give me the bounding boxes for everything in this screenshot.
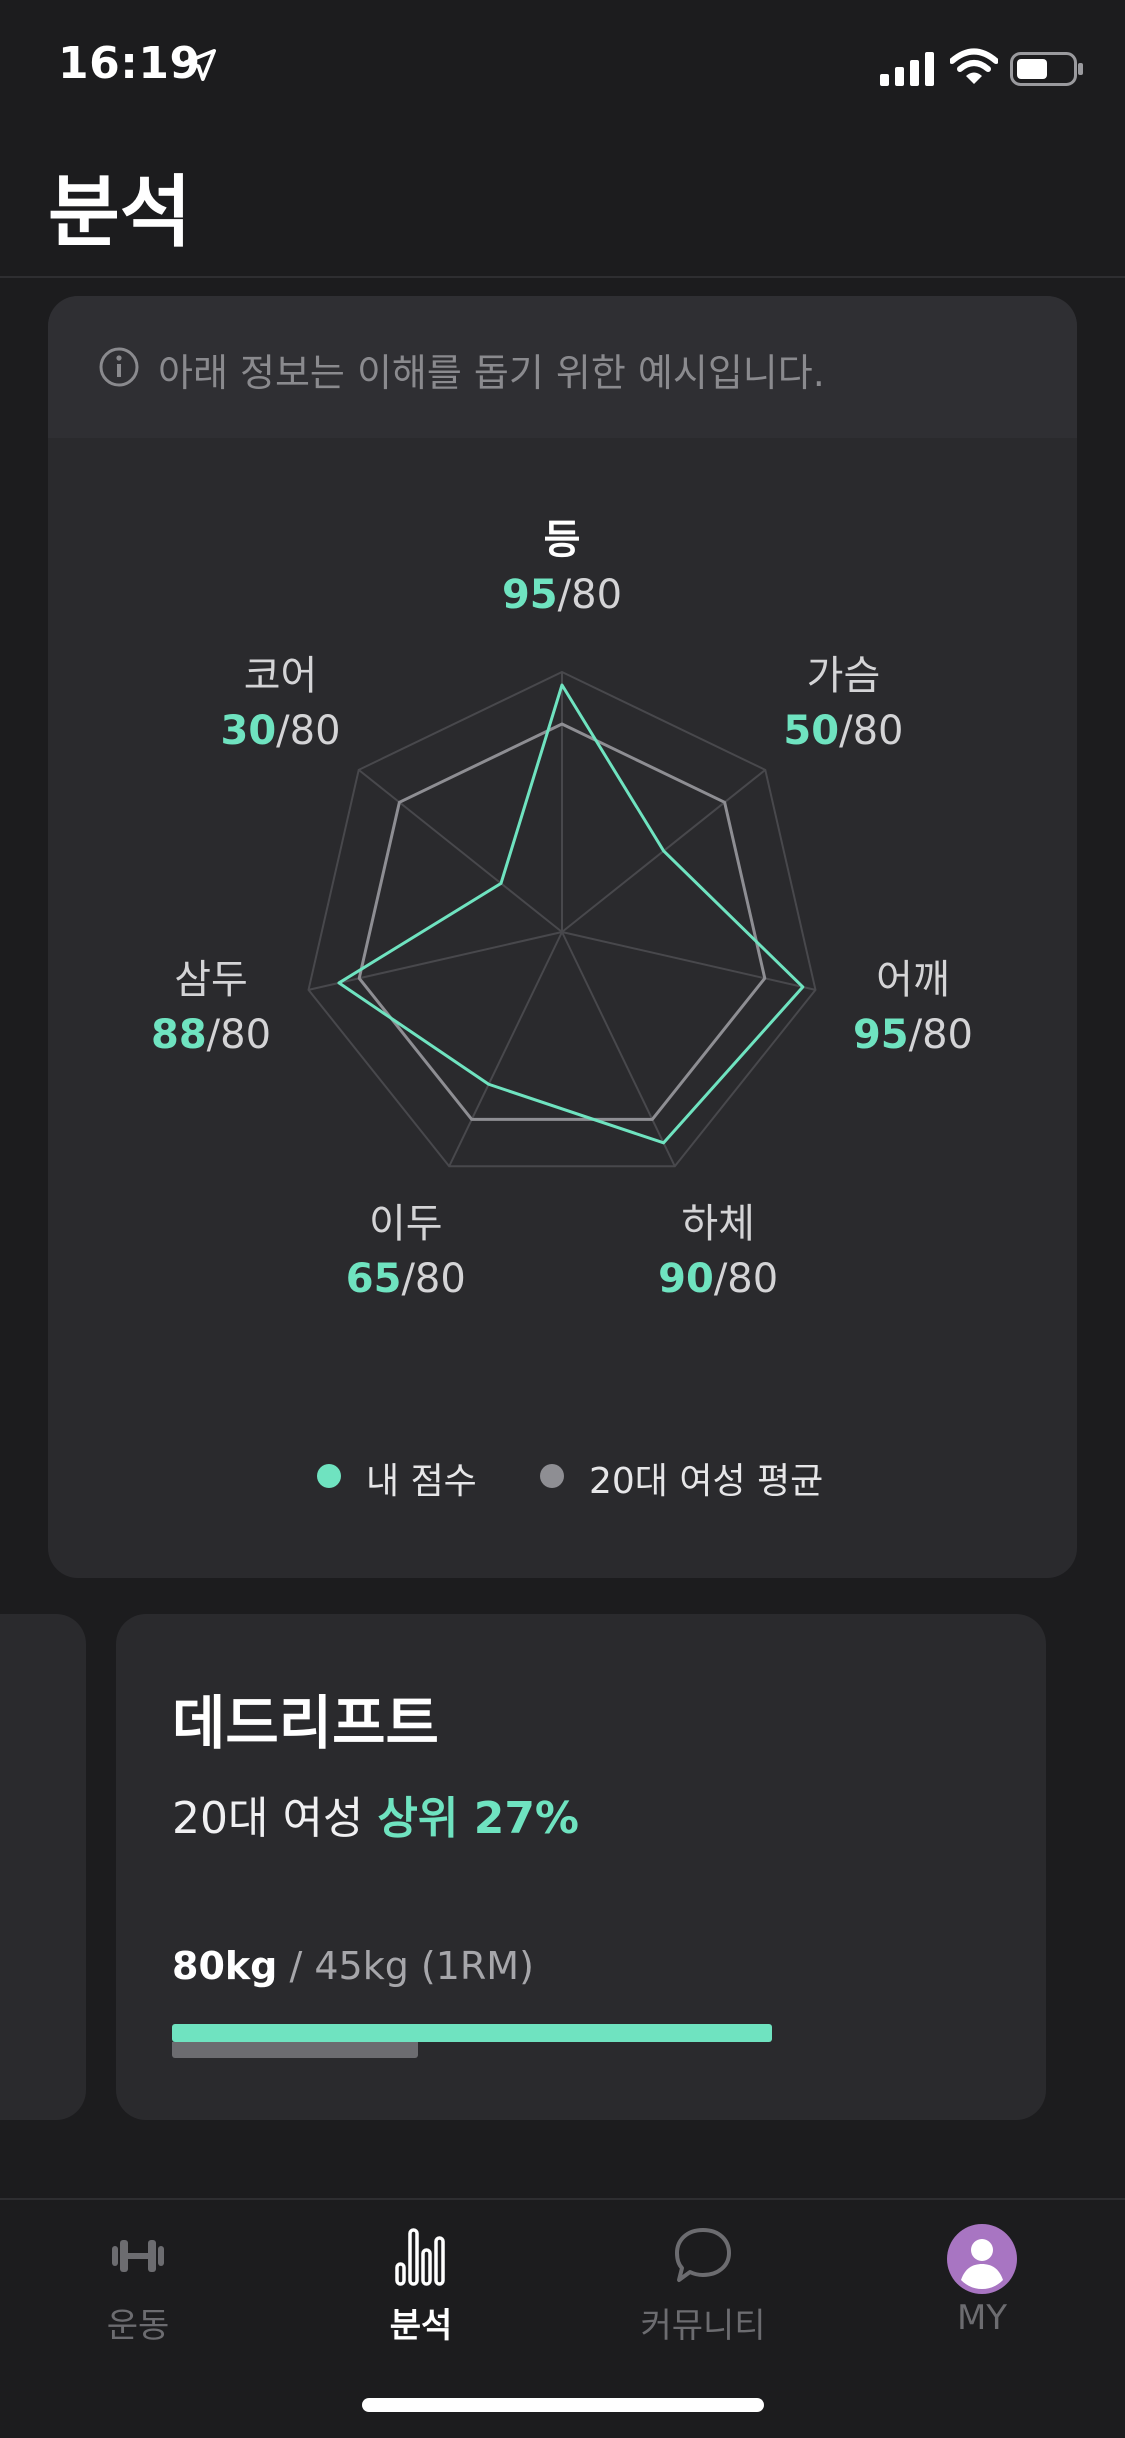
legend-mine-label: 내 점수 (366, 1461, 477, 1502)
radar-axis-score-max: /80 (276, 707, 341, 754)
radar-axis-score-mine: 90 (658, 1256, 714, 1303)
my-weight: 80kg (172, 1944, 278, 1988)
radar-axis-score-max: /80 (401, 1256, 466, 1303)
tab-my[interactable]: MY (882, 2224, 1082, 2364)
radar-axis-score-max: /80 (557, 572, 623, 618)
radar-axis-label: 이두 65/80 (286, 1198, 526, 1308)
radar-spoke (308, 931, 563, 991)
chat-bubble-icon (675, 2228, 731, 2282)
radar-axis-name: 하체 (681, 1201, 755, 1248)
tab-my-label: MY (956, 2298, 1008, 2338)
average-weight-bar (172, 2042, 419, 2058)
radar-axis-score: 65/80 (286, 1250, 526, 1308)
radar-spoke (561, 931, 676, 1167)
radar-axis-score: 95/80 (793, 1006, 1033, 1064)
radar-axis-name: 어깨 (876, 957, 950, 1004)
radar-axis-label: 어깨 95/80 (793, 954, 1033, 1064)
radar-axis-name: 이두 (368, 1201, 443, 1248)
tab-workout-label: 운동 (106, 2306, 170, 2346)
tab-community[interactable]: 커뮤니티 (603, 2224, 803, 2364)
tab-workout[interactable]: 운동 (38, 2224, 238, 2364)
rank-prefix: 20대 여성 (172, 1793, 364, 1844)
my-weight-bar (172, 2024, 772, 2042)
tab-analysis-label: 분석 (389, 2306, 453, 2346)
legend-mine-dot (317, 1464, 341, 1488)
radar-axis-label: 삼두 88/80 (91, 954, 331, 1064)
radar-chart (307, 670, 817, 1168)
tab-analysis[interactable]: 분석 (321, 2224, 521, 2364)
legend-average-dot (540, 1464, 564, 1488)
radar-axis-label: 코어 30/80 (161, 650, 401, 760)
radar-axis-score-mine: 95 (852, 1012, 909, 1059)
radar-axis-score-max: /80 (839, 707, 904, 754)
radar-axis-name: 등 (543, 517, 581, 563)
exercise-weight: 80kg / 45kg (1RM) (172, 1944, 534, 1988)
radar-axis-score-max: /80 (908, 1012, 973, 1059)
previous-exercise-card[interactable] (0, 1614, 86, 2120)
radar-axis-label: 등 95/80 (442, 514, 682, 624)
radar-axis-score-mine: 50 (783, 707, 840, 754)
radar-axis-score-mine: 65 (345, 1256, 402, 1303)
radar-axis-label: 하체 90/80 (598, 1198, 838, 1308)
tab-community-label: 커뮤니티 (640, 2306, 766, 2346)
radar-axis-name: 코어 (243, 652, 318, 699)
radar-axis-score: 50/80 (723, 702, 963, 760)
exercise-card[interactable]: 데드리프트 20대 여성 상위 27% 80kg / 45kg (1RM) (116, 1614, 1046, 2120)
home-indicator (362, 2398, 764, 2412)
radar-axis-name: 삼두 (174, 957, 248, 1004)
dumbbell-icon (112, 2240, 164, 2272)
radar-axis-name: 가슴 (806, 652, 881, 699)
legend-average-label: 20대 여성 평균 (589, 1461, 824, 1502)
radar-axis-score-mine: 88 (150, 1012, 207, 1059)
radar-spoke (448, 931, 563, 1167)
exercise-name: 데드리프트 (172, 1689, 439, 1757)
weight-detail: / 45kg (1RM) (289, 1944, 534, 1988)
radar-axis-score: 88/80 (91, 1006, 331, 1064)
radar-axis-score: 90/80 (598, 1250, 838, 1308)
radar-axis-score-max: /80 (206, 1012, 272, 1059)
radar-axis-label: 가슴 50/80 (723, 650, 963, 760)
rank-value: 상위 27% (377, 1793, 580, 1844)
radar-axis-score-mine: 30 (220, 707, 277, 754)
avatar-icon (947, 2224, 1017, 2294)
weight-compare-bar (172, 2024, 772, 2060)
radar-axis-score: 30/80 (161, 702, 401, 760)
radar-axis-score-max: /80 (713, 1256, 779, 1303)
radar-axis-score-mine: 95 (501, 572, 558, 618)
bar-chart-icon (395, 2228, 445, 2286)
exercise-rank: 20대 여성 상위 27% (172, 1782, 579, 1846)
radar-axis-score: 95/80 (442, 566, 682, 624)
